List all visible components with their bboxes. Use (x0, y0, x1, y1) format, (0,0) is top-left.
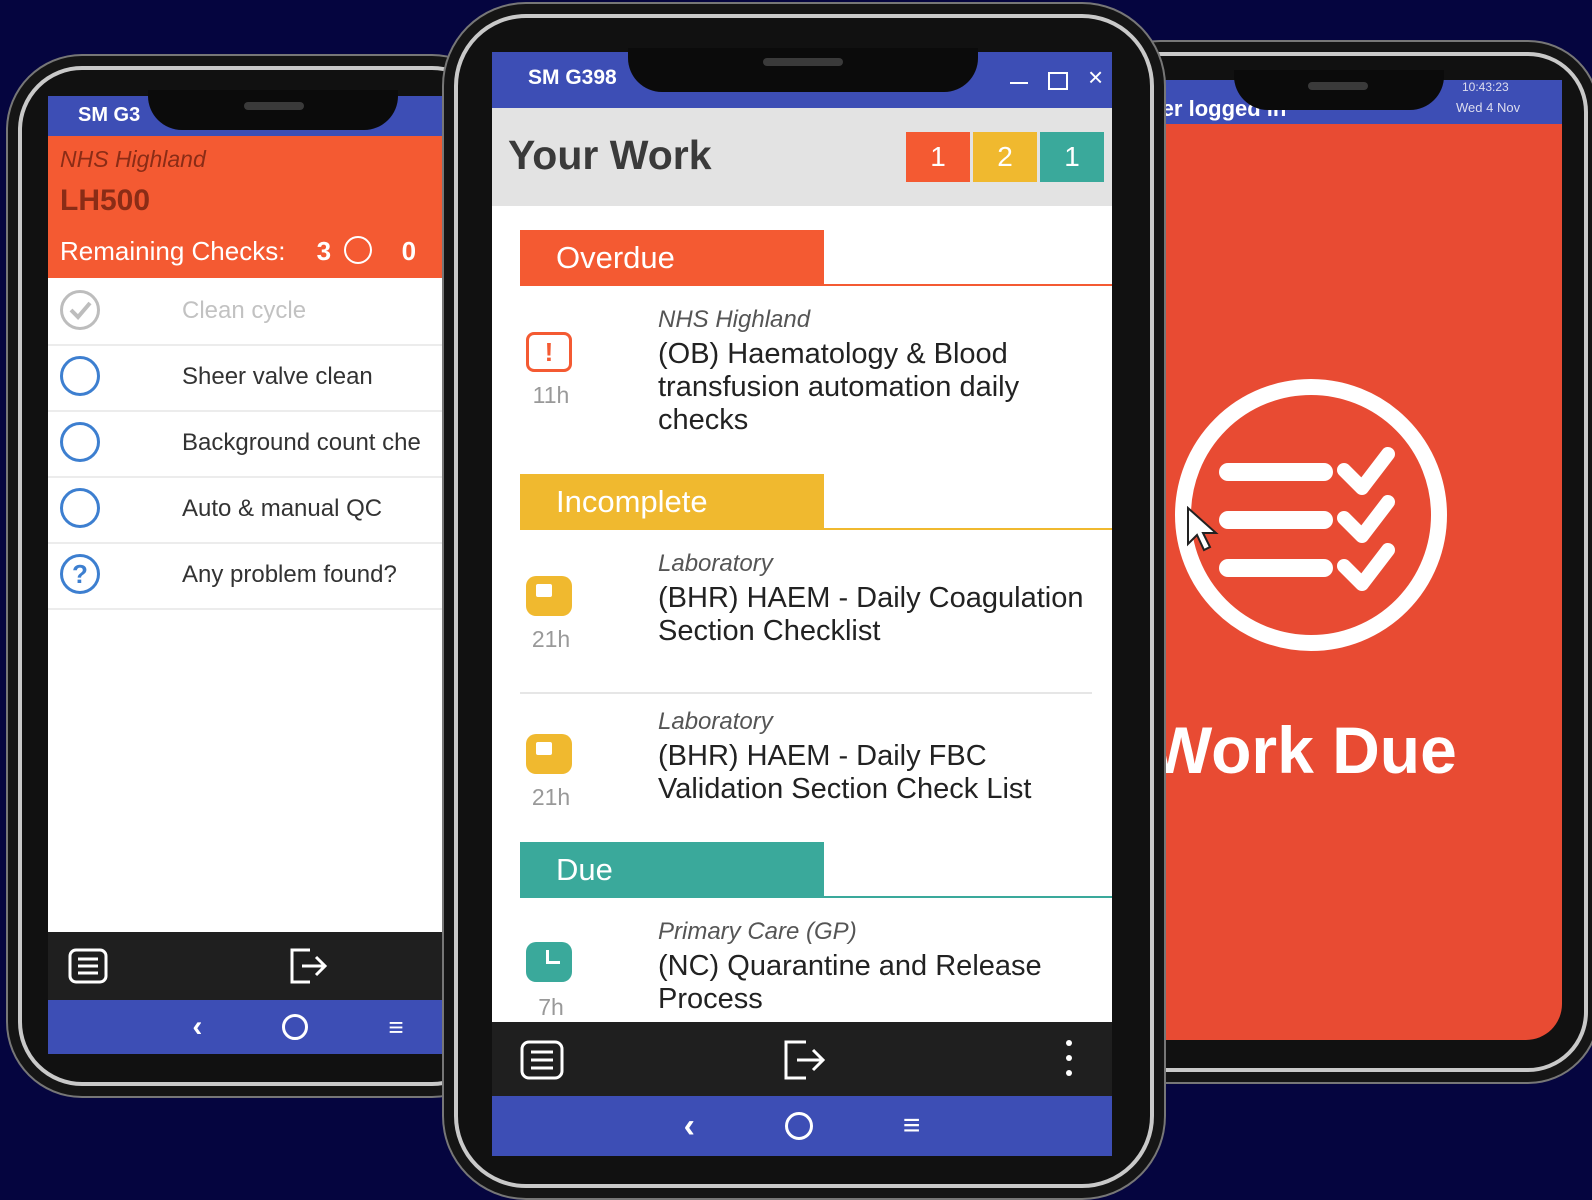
item-age: 11h (532, 382, 570, 408)
minimize-icon[interactable] (1010, 82, 1028, 84)
check-label: Background count che (182, 429, 421, 456)
item-category: NHS Highland (658, 306, 811, 333)
item-category: Primary Care (GP) (658, 918, 857, 945)
work-item[interactable]: 21h Laboratory (BHR) HAEM - Daily Coagul… (520, 550, 1088, 688)
check-label: Auto & manual QC (182, 495, 383, 522)
section-header-incomplete: Incomplete (520, 474, 824, 530)
circle-icon (60, 422, 100, 462)
overdue-count-badge[interactable]: 1 (906, 132, 970, 182)
center-screen: SM G398 × Your Work 1 2 1 Overdue ! 11h … (492, 52, 1112, 1156)
notch (1234, 70, 1444, 110)
work-item[interactable]: 21h Laboratory (BHR) HAEM - Daily FBC Va… (520, 708, 1088, 828)
section-label: Due (556, 852, 613, 887)
close-icon[interactable]: × (1088, 62, 1103, 93)
incomplete-count-badge[interactable]: 2 (973, 132, 1037, 182)
menu-icon[interactable]: ≡ (903, 1109, 921, 1143)
circle-icon (344, 236, 373, 264)
home-icon[interactable] (784, 1112, 813, 1140)
bottom-toolbar (48, 932, 488, 1000)
other-count: 0 (401, 236, 417, 266)
section-label: Incomplete (556, 484, 708, 519)
item-category: Laboratory (658, 708, 773, 735)
status-date: Wed 4 Nov (1456, 100, 1521, 115)
work-item[interactable]: ! 11h NHS Highland (OB) Haematology & Bl… (520, 306, 1088, 446)
section-header-due: Due (520, 842, 824, 898)
item-divider (520, 692, 1092, 694)
alert-glyph: ! (544, 337, 554, 367)
list-icon[interactable] (520, 1040, 564, 1080)
clock-icon (526, 942, 572, 982)
back-icon[interactable]: ‹ (684, 1107, 695, 1146)
device-model-label: SM G3 (78, 104, 141, 126)
right-screen: user logged in 10:43:23 Wed 4 Nov Work D… (1132, 80, 1562, 1040)
menu-icon[interactable]: ≡ (388, 1012, 403, 1043)
partial-clock-icon (526, 576, 572, 616)
check-row[interactable]: Clean cycle (48, 278, 488, 346)
remaining-count: 3 (316, 236, 332, 266)
remaining-label: Remaining Checks: (60, 236, 286, 266)
question-icon: ? (60, 554, 100, 594)
more-vert-icon[interactable] (1066, 1040, 1072, 1078)
maximize-icon[interactable] (1048, 72, 1068, 90)
item-category: Laboratory (658, 550, 773, 577)
notch (628, 48, 978, 92)
check-label: Clean cycle (182, 297, 307, 324)
item-age: 21h (531, 784, 571, 810)
bottom-toolbar (492, 1022, 1112, 1096)
section-divider (824, 284, 1112, 286)
circle-icon (60, 488, 100, 528)
device-model-label: SM G398 (528, 66, 617, 89)
logout-icon[interactable] (782, 1038, 828, 1082)
remaining-checks: Remaining Checks: 3 0 (60, 236, 416, 267)
org-name: NHS Highland (60, 146, 206, 172)
check-row[interactable]: Background count che (48, 410, 488, 478)
section-divider (824, 528, 1112, 530)
check-row[interactable]: Auto & manual QC (48, 476, 488, 544)
right-phone: user logged in 10:43:23 Wed 4 Nov Work D… (1100, 52, 1588, 1072)
home-icon[interactable] (282, 1014, 309, 1040)
check-row[interactable]: ? Any problem found? (48, 542, 488, 610)
notch (148, 90, 398, 130)
item-title: (NC) Quarantine and Release Process (658, 950, 1042, 1015)
alert-icon: ! (526, 332, 572, 372)
device-name: LH500 (60, 184, 151, 217)
status-time: 10:43:23 (1462, 80, 1509, 94)
splash-title: Work Due (1150, 713, 1457, 787)
check-circle-icon (60, 290, 100, 330)
logout-icon[interactable] (288, 946, 330, 986)
item-age: 21h (531, 626, 571, 652)
item-title: (BHR) HAEM - Daily Coagulation Section C… (658, 582, 1084, 647)
check-label: Any problem found? (182, 561, 397, 588)
due-count-badge[interactable]: 1 (1040, 132, 1104, 182)
question-glyph: ? (72, 559, 88, 589)
item-title: (BHR) HAEM - Daily FBC Validation Sectio… (658, 740, 1032, 805)
partial-clock-icon (526, 734, 572, 774)
android-nav-bar: ‹ ≡ (48, 1000, 488, 1054)
android-nav-bar: ‹ ≡ (492, 1096, 1112, 1156)
center-phone: SM G398 × Your Work 1 2 1 Overdue ! 11h … (454, 14, 1154, 1188)
list-icon[interactable] (68, 948, 108, 984)
check-label: Sheer valve clean (182, 363, 373, 390)
section-header-overdue: Overdue (520, 230, 824, 286)
left-phone: SM G3 NHS Highland LH500 Remaining Check… (18, 66, 496, 1086)
circle-icon (60, 356, 100, 396)
section-label: Overdue (556, 240, 675, 275)
item-age: 7h (538, 994, 564, 1020)
section-divider (824, 896, 1112, 898)
work-item[interactable]: 7h Primary Care (GP) (NC) Quarantine and… (520, 918, 1088, 1020)
page-title: Your Work (508, 132, 712, 178)
cursor-icon (1187, 506, 1219, 552)
left-screen: SM G3 NHS Highland LH500 Remaining Check… (48, 96, 488, 1054)
item-title: (OB) Haematology & Blood transfusion aut… (658, 338, 1020, 436)
check-row[interactable]: Sheer valve clean (48, 344, 488, 412)
back-icon[interactable]: ‹ (192, 1010, 202, 1044)
